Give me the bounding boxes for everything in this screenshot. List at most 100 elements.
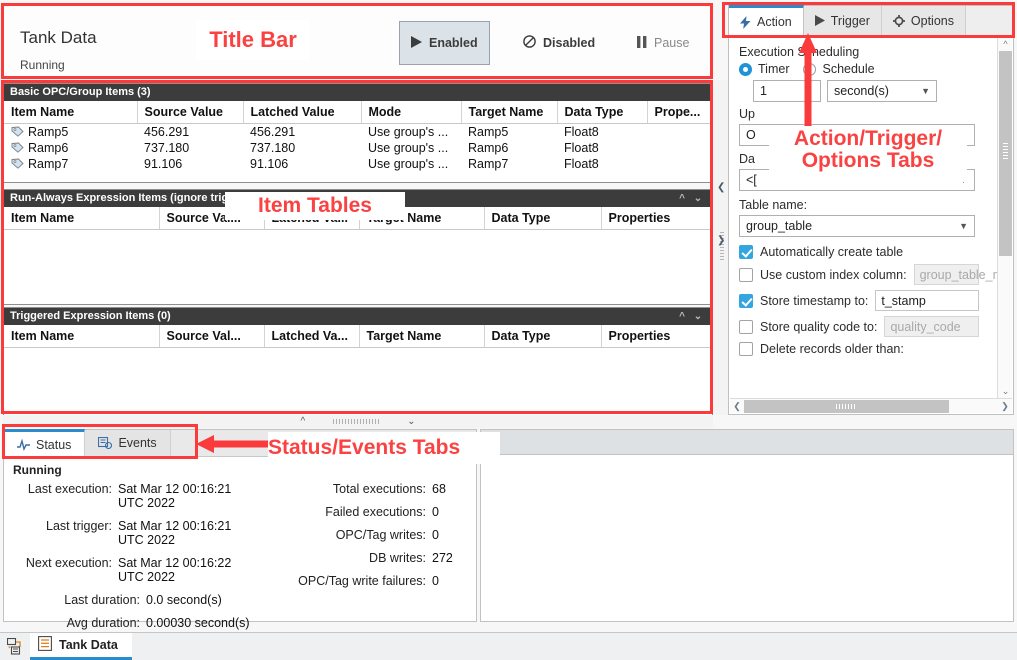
cell-target-name: Ramp7 xyxy=(468,157,509,171)
col-item-name[interactable]: Item Name xyxy=(4,101,138,124)
page-title: Tank Data xyxy=(20,28,97,47)
scrollbar-thumb[interactable] xyxy=(744,400,949,413)
update-mode-select[interactable]: O ▼ xyxy=(739,124,975,146)
col-properties[interactable]: Prope... xyxy=(647,101,712,124)
disabled-button[interactable]: Disabled xyxy=(512,21,606,65)
chevron-down-icon: ▼ xyxy=(959,220,968,231)
scroll-right-icon[interactable]: ❯ xyxy=(998,399,1012,414)
col-target-name[interactable]: Target Name xyxy=(359,207,485,230)
play-icon xyxy=(814,15,825,26)
delete-records-label: Delete records older than: xyxy=(760,342,904,356)
table-row[interactable]: Ramp7 91.106 91.106 Use group's ... Ramp7 Flo… xyxy=(4,156,712,172)
table-name-select[interactable]: group_table ▼ xyxy=(739,215,975,237)
tab-trigger[interactable]: Trigger xyxy=(803,6,882,35)
custom-index-checkbox[interactable] xyxy=(739,267,753,282)
col-data-type[interactable]: Data Type xyxy=(557,101,648,124)
collapse-down-icon[interactable]: ⌄ xyxy=(407,416,415,427)
table-row[interactable]: Ramp6 737.180 737.180 Use group's ... Ramp6 F… xyxy=(4,140,712,156)
status-row: OPC/Tag writes: 0 xyxy=(256,528,476,542)
col-item-name[interactable]: Item Name xyxy=(4,207,160,230)
scrollbar-thumb[interactable] xyxy=(999,51,1012,256)
status-panel: Status Events Running Last execution: Sat… xyxy=(3,429,477,630)
tab-events-label: Events xyxy=(118,436,157,450)
status-value: Sat Mar 12 00:16:21 UTC 2022 xyxy=(118,519,232,547)
status-key: Failed executions: xyxy=(325,505,426,519)
table-row[interactable]: Ramp5 456.291 456.291 Use group's ... Ramp5 F… xyxy=(4,124,712,141)
store-quality-input[interactable]: quality_code xyxy=(884,316,979,337)
col-source-value[interactable]: Source Val... xyxy=(159,207,265,230)
triggered-items-section: Triggered Expression Items (0) ^ ⌄ Item … xyxy=(3,307,713,417)
right-panel-tabstrip: Action Trigger Options xyxy=(729,5,1013,36)
datasource-select[interactable]: <[ ▼ xyxy=(739,169,975,191)
app-window: Tank Data Running Enabled Disabled Pause xyxy=(0,0,1017,660)
store-timestamp-checkbox[interactable] xyxy=(739,293,753,308)
scroll-down-icon[interactable]: ⌄ xyxy=(998,384,1013,398)
collapse-down-icon[interactable]: ⌄ xyxy=(690,190,706,207)
table-empty-row xyxy=(4,230,712,294)
status-value: 0.0 second(s) xyxy=(146,593,222,607)
collapse-up-icon[interactable]: ^ xyxy=(674,308,690,325)
status-row: DB writes: 272 xyxy=(256,551,476,565)
collapse-left-icon[interactable]: ❮ xyxy=(717,182,725,193)
interval-value-input[interactable]: 1 xyxy=(753,80,821,102)
col-properties[interactable]: Properties xyxy=(601,325,712,348)
pause-icon xyxy=(637,35,647,51)
col-latched-value[interactable]: Latched Value xyxy=(243,101,362,124)
collapse-right-icon[interactable]: ❯ xyxy=(717,235,725,246)
status-grid: Last execution: Sat Mar 12 00:16:21 UTC 2… xyxy=(4,482,476,630)
auto-create-table-checkbox[interactable] xyxy=(739,245,753,259)
status-key: Last trigger: xyxy=(46,519,113,533)
collapse-down-icon[interactable]: ⌄ xyxy=(690,308,706,325)
pause-button[interactable]: Pause xyxy=(626,21,700,65)
col-item-name[interactable]: Item Name xyxy=(4,325,160,348)
timer-radio-label: Timer xyxy=(758,62,790,76)
taskbar-item-tank-data[interactable]: Tank Data xyxy=(30,633,132,660)
table-header-row: Item Name Source Val... Latched Va... Ta… xyxy=(4,207,712,230)
collapse-up-icon[interactable]: ^ xyxy=(300,416,305,427)
gear-icon xyxy=(892,14,905,27)
status-value: 0 xyxy=(432,505,439,519)
status-key: Total executions: xyxy=(332,482,426,496)
cell-source-value: 456.291 xyxy=(144,125,190,139)
tab-status[interactable]: Status xyxy=(4,429,86,457)
col-latched-value[interactable]: Latched Va... xyxy=(264,207,360,230)
enabled-button[interactable]: Enabled xyxy=(399,21,490,65)
tab-events[interactable]: Events xyxy=(85,430,171,456)
right-panel-horizontal-scrollbar[interactable]: ❮ ❯ xyxy=(730,398,1012,413)
timer-radio[interactable] xyxy=(739,62,752,76)
tab-options[interactable]: Options xyxy=(881,6,966,35)
col-data-type[interactable]: Data Type xyxy=(484,207,602,230)
delete-records-checkbox[interactable] xyxy=(739,342,753,356)
cell-item-name: Ramp7 xyxy=(4,156,137,172)
scroll-left-icon[interactable]: ❮ xyxy=(730,399,744,414)
status-value: Sat Mar 12 00:16:21 UTC 2022 xyxy=(118,482,232,510)
window-switcher-icon[interactable] xyxy=(0,633,30,660)
tab-action[interactable]: Action xyxy=(729,5,804,36)
col-properties[interactable]: Properties xyxy=(601,207,712,230)
col-target-name[interactable]: Target Name xyxy=(461,101,558,124)
basic-items-heading: Basic OPC/Group Items xyxy=(10,86,135,98)
store-timestamp-input[interactable]: t_stamp xyxy=(875,290,979,311)
col-data-type[interactable]: Data Type xyxy=(484,325,602,348)
collapse-up-icon[interactable]: ^ xyxy=(674,190,690,207)
schedule-radio[interactable] xyxy=(803,62,817,76)
title-bar: Tank Data Running Enabled Disabled Pause xyxy=(3,5,713,78)
col-target-name[interactable]: Target Name xyxy=(359,325,485,348)
run-always-items-body xyxy=(4,230,712,294)
interval-unit-select[interactable]: second(s) ▼ xyxy=(827,80,937,102)
col-source-value[interactable]: Source Value xyxy=(137,101,244,124)
col-latched-value[interactable]: Latched Va... xyxy=(264,325,360,348)
datasource-value: <[ xyxy=(746,172,757,187)
store-quality-checkbox[interactable] xyxy=(739,319,753,334)
action-settings-form: Execution Scheduling Timer Schedule 1 se… xyxy=(729,36,1006,414)
secondary-blank-panel xyxy=(480,429,1014,622)
cell-data-type: Float8 xyxy=(564,157,599,171)
custom-index-input[interactable]: group_table_nd xyxy=(913,264,1006,285)
disabled-button-label: Disabled xyxy=(543,36,596,50)
scroll-up-icon[interactable]: ^ xyxy=(998,37,1013,51)
splitter-grip[interactable] xyxy=(333,419,380,424)
col-source-value[interactable]: Source Val... xyxy=(159,325,265,348)
horizontal-splitter[interactable]: ^ ⌄ xyxy=(3,415,713,428)
col-mode[interactable]: Mode xyxy=(361,101,462,124)
right-panel-vertical-scrollbar[interactable]: ^ ⌄ xyxy=(997,37,1012,398)
